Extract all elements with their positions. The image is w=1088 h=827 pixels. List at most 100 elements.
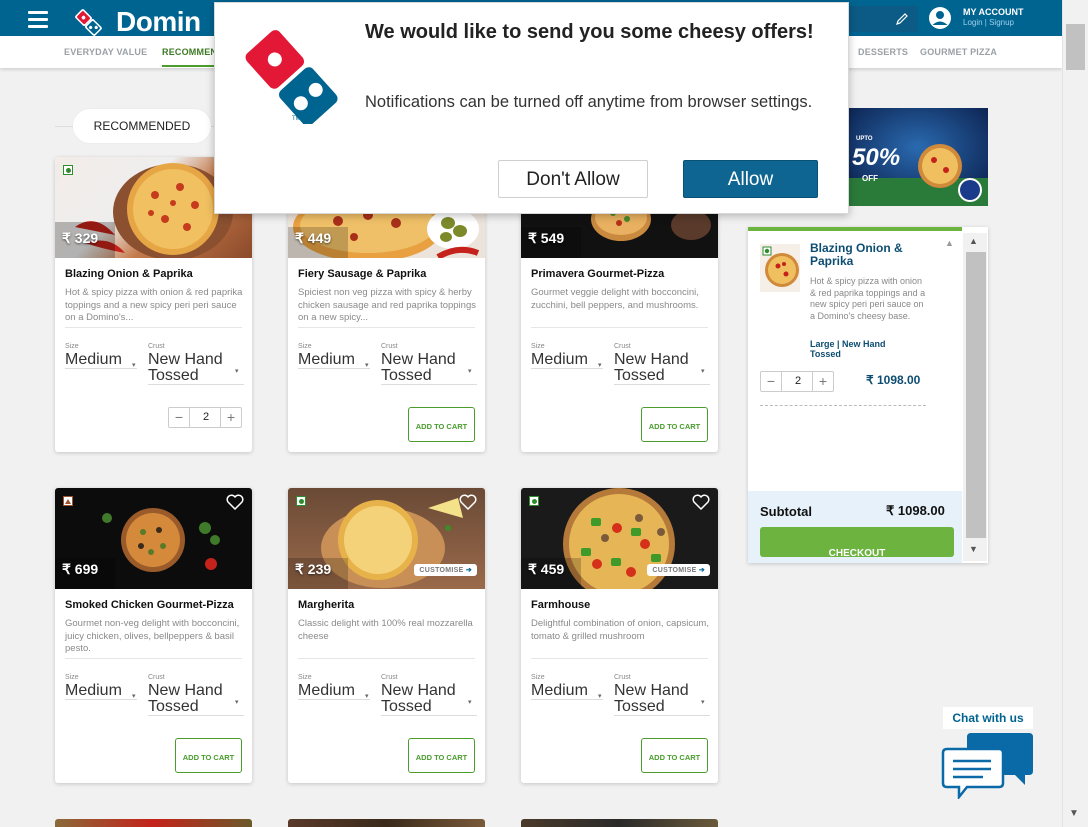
allow-button[interactable]: Allow (683, 160, 818, 198)
subtotal-value: ₹ 1098.00 (886, 503, 945, 518)
heart-favorite-icon[interactable] (459, 494, 477, 510)
heart-favorite-icon[interactable] (692, 494, 710, 510)
cart-item-scroll-up-icon[interactable]: ▲ (945, 238, 954, 248)
product-card[interactable]: ₹ 699 Smoked Chicken Gourmet-Pizza Gourm… (55, 488, 252, 783)
cart-item-size: Large (810, 339, 835, 349)
crust-dropdown-caret-icon[interactable]: ▾ (701, 698, 705, 706)
product-name: Margherita (298, 599, 355, 611)
crust-label: Crust (614, 674, 631, 681)
size-select[interactable]: Medium (531, 352, 603, 369)
product-card[interactable]: ₹ 459 CUSTOMISE ➔ Farmhouse Delightful c… (521, 488, 718, 783)
promo-banner[interactable]: UPTO 50% OFF (848, 108, 988, 206)
cart-quantity-stepper[interactable]: − 2 + (760, 371, 834, 392)
veg-indicator-icon (63, 165, 73, 175)
customise-button[interactable]: CUSTOMISE ➔ (414, 564, 477, 576)
cart-increase-button[interactable]: + (812, 372, 833, 391)
page-scrollbar-thumb[interactable] (1066, 24, 1085, 70)
decrease-quantity-button[interactable]: − (169, 408, 190, 427)
size-select[interactable]: Medium (65, 352, 137, 369)
divider (531, 327, 708, 328)
price: ₹ 549 (528, 230, 565, 246)
crust-dropdown-caret-icon[interactable]: ▾ (468, 698, 472, 706)
crust-select[interactable]: New Hand Tossed (381, 352, 477, 385)
size-label: Size (298, 343, 312, 350)
size-dropdown-caret-icon[interactable]: ▾ (598, 361, 602, 369)
size-select[interactable]: Medium (65, 683, 137, 700)
product-name: Smoked Chicken Gourmet-Pizza (65, 599, 234, 611)
cart-scroll-down-arrow-icon[interactable]: ▼ (969, 544, 978, 554)
crust-dropdown-caret-icon[interactable]: ▾ (235, 367, 239, 375)
dominos-logo-icon: TM (245, 30, 338, 124)
dominos-logo-icon[interactable] (72, 2, 112, 36)
pencil-edit-icon[interactable] (895, 12, 909, 26)
brand-wordmark[interactable]: Domin (116, 6, 201, 38)
svg-text:TM: TM (292, 116, 301, 122)
increase-quantity-button[interactable]: + (220, 408, 241, 427)
product-card-partial[interactable] (288, 819, 485, 827)
size-select[interactable]: Medium (298, 683, 370, 700)
size-label: Size (65, 674, 79, 681)
product-description: Gourmet veggie delight with bocconcini, … (531, 287, 699, 311)
size-dropdown-caret-icon[interactable]: ▾ (132, 361, 136, 369)
size-dropdown-caret-icon[interactable]: ▾ (598, 692, 602, 700)
cart-scrollbar-thumb[interactable] (966, 252, 986, 538)
dialog-body: Notifications can be turned off anytime … (365, 93, 813, 111)
cart-item-thumbnail (760, 244, 800, 292)
scroll-down-arrow-icon[interactable]: ▼ (1069, 808, 1079, 819)
cart-item-options: Large | New Hand Tossed (810, 339, 886, 359)
quantity-stepper[interactable]: − 2 + (168, 407, 242, 428)
divider (298, 658, 475, 659)
crust-select[interactable]: New Hand Tossed (148, 683, 244, 716)
crust-dropdown-caret-icon[interactable]: ▾ (235, 698, 239, 706)
arrow-right-icon: ➔ (698, 567, 705, 574)
size-select[interactable]: Medium (531, 683, 603, 700)
menu-desserts[interactable]: DESSERTS (858, 47, 908, 57)
add-to-cart-button[interactable]: ADD TO CART (408, 407, 475, 442)
quantity-value: 2 (202, 411, 210, 423)
product-card[interactable]: ₹ 239 CUSTOMISE ➔ Margherita Classic del… (288, 488, 485, 783)
login-signup-link[interactable]: Login | Signup (963, 18, 1014, 27)
crust-select[interactable]: New Hand Tossed (614, 683, 710, 716)
price: ₹ 449 (295, 230, 332, 246)
product-card-partial[interactable] (55, 819, 252, 827)
crust-select[interactable]: New Hand Tossed (381, 683, 477, 716)
chat-bubble-icon[interactable] (941, 731, 1035, 799)
cart-scroll-up-arrow-icon[interactable]: ▲ (969, 236, 978, 246)
divider (531, 658, 708, 659)
add-to-cart-button[interactable]: ADD TO CART (641, 407, 708, 442)
add-to-cart-button[interactable]: ADD TO CART (641, 738, 708, 773)
heart-favorite-icon[interactable] (226, 494, 244, 510)
account-icon[interactable] (928, 6, 952, 30)
add-to-cart-button[interactable]: ADD TO CART (408, 738, 475, 773)
subtotal-label: Subtotal (760, 504, 812, 519)
crust-select[interactable]: New Hand Tossed (148, 352, 244, 385)
crust-label: Crust (381, 343, 398, 350)
customise-button[interactable]: CUSTOMISE ➔ (647, 564, 710, 576)
hamburger-menu-icon[interactable] (28, 11, 48, 28)
size-dropdown-caret-icon[interactable]: ▾ (365, 361, 369, 369)
size-dropdown-caret-icon[interactable]: ▾ (365, 692, 369, 700)
menu-recommended[interactable]: RECOMMEN (162, 47, 217, 57)
product-card-partial[interactable] (521, 819, 718, 827)
checkout-button[interactable]: CHECKOUT (760, 527, 954, 557)
crust-select[interactable]: New Hand Tossed (614, 352, 710, 385)
page-scrollbar[interactable] (1062, 0, 1088, 827)
dont-allow-button[interactable]: Don't Allow (498, 160, 648, 198)
size-dropdown-caret-icon[interactable]: ▾ (132, 692, 136, 700)
crust-dropdown-caret-icon[interactable]: ▾ (701, 367, 705, 375)
product-name: Farmhouse (531, 599, 591, 611)
cart-decrease-button[interactable]: − (761, 372, 782, 391)
size-label: Size (298, 674, 312, 681)
size-select[interactable]: Medium (298, 352, 370, 369)
menu-everyday-value[interactable]: EVERYDAY VALUE (64, 47, 147, 57)
chat-with-us-label[interactable]: Chat with us (943, 707, 1033, 729)
menu-gourmet-pizza[interactable]: GOURMET PIZZA (920, 47, 997, 57)
arrow-right-icon: ➔ (465, 567, 472, 574)
crust-label: Crust (381, 674, 398, 681)
my-account-link[interactable]: MY ACCOUNT (963, 7, 1024, 17)
crust-label: Crust (148, 674, 165, 681)
veg-indicator-icon (529, 496, 539, 506)
crust-dropdown-caret-icon[interactable]: ▾ (468, 367, 472, 375)
add-to-cart-button[interactable]: ADD TO CART (175, 738, 242, 773)
divider (65, 327, 242, 328)
